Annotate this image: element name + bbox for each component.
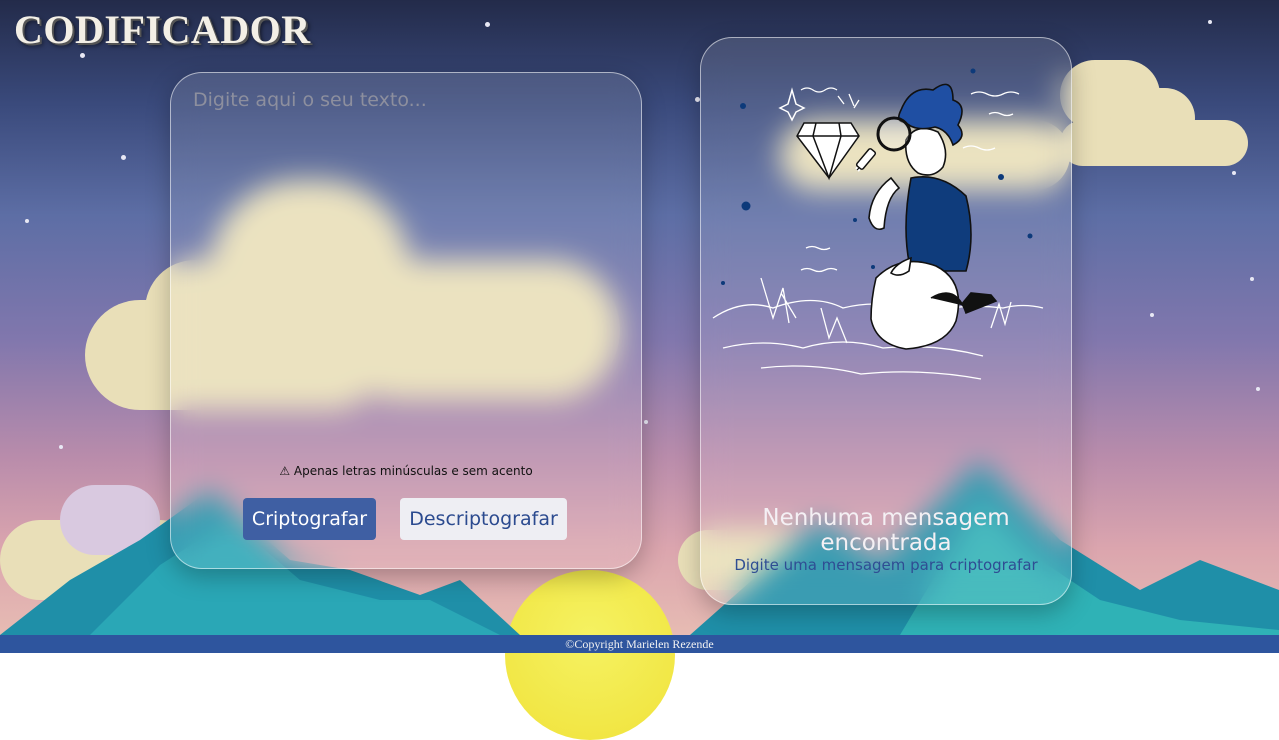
input-warning: ⚠ Apenas letras minúsculas e sem acento (279, 464, 533, 478)
output-panel: Nenhuma mensagem encontrada Digite uma m… (700, 37, 1072, 605)
encrypt-button[interactable]: Criptografar (243, 498, 376, 540)
empty-message-subtitle: Digite uma mensagem para criptografar (734, 556, 1038, 574)
person-magnifier-diamond-icon (712, 68, 1044, 380)
input-panel: ⚠ Apenas letras minúsculas e sem acento … (170, 72, 642, 569)
empty-message-title: Nenhuma mensagem encontrada (762, 505, 1010, 556)
app-title: CODIFICADOR (14, 7, 311, 52)
message-input[interactable] (191, 87, 625, 451)
decrypt-button[interactable]: Descriptografar (400, 498, 567, 540)
footer: ©Copyright Marielen Rezende (0, 635, 1279, 653)
